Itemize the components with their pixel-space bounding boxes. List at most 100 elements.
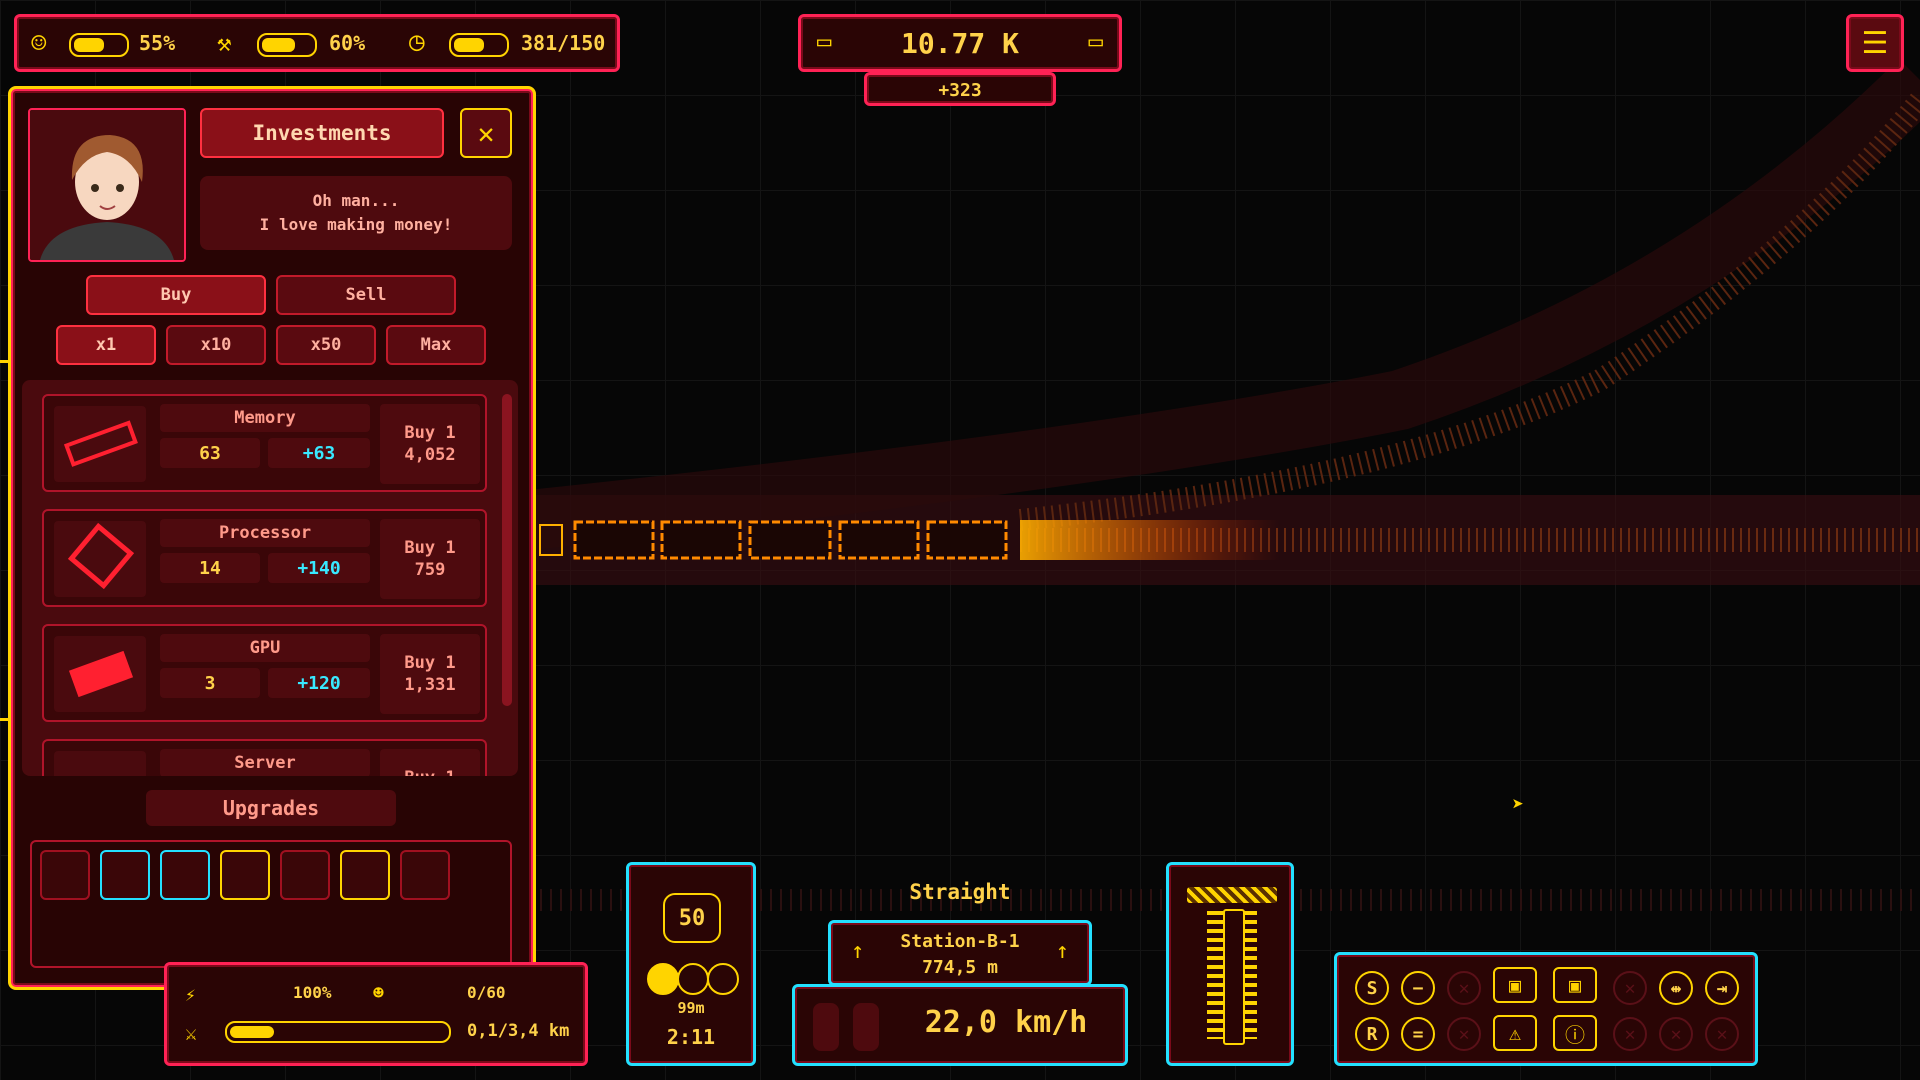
- buy-cost: 4,052: [404, 445, 456, 465]
- signal-distance: 99m: [677, 999, 705, 1017]
- passenger-icon: ☻: [373, 983, 384, 1004]
- route-icon: ⚔: [185, 1021, 198, 1045]
- signal-light-on: [647, 963, 679, 995]
- investment-income: +63: [268, 438, 370, 468]
- speed-gauge: [813, 1003, 839, 1051]
- multiplier-x50[interactable]: x50: [276, 325, 376, 365]
- reverse-button[interactable]: R: [1355, 1017, 1389, 1051]
- coupler-icon: ⇹: [1670, 977, 1682, 999]
- train: [539, 520, 1008, 560]
- warning-icon: ⚠: [1508, 1021, 1522, 1045]
- upgrade-gpu[interactable]: [40, 850, 90, 900]
- buy-label: Buy 1: [404, 538, 456, 558]
- buy-button[interactable]: Buy 1: [380, 749, 480, 776]
- multiplier-label: x1: [95, 335, 117, 355]
- station-distance: 774,5 m: [922, 957, 998, 978]
- investment-server[interactable]: Server Buy 1: [42, 739, 487, 776]
- throttle-top: [1187, 887, 1277, 903]
- happiness-bar: [69, 33, 129, 57]
- signal-light-off: [707, 963, 739, 995]
- investment-name: Processor: [160, 519, 370, 547]
- signal-timer: 2:11: [666, 1025, 716, 1049]
- upgrade-memory[interactable]: [400, 850, 450, 900]
- station-name: Station-B-1: [900, 931, 1020, 952]
- car-icon: ▣: [1508, 973, 1522, 997]
- memory-icon: [54, 406, 146, 482]
- info-button[interactable]: ⓘ: [1553, 1015, 1597, 1051]
- car-layout-button[interactable]: ▣: [1493, 967, 1537, 1003]
- investment-gpu[interactable]: GPU 3 +120 Buy 1 1,331: [42, 624, 487, 722]
- exit-button[interactable]: ⇥: [1705, 971, 1739, 1005]
- investment-memory[interactable]: Memory 63 +63 Buy 1 4,052: [42, 394, 487, 492]
- investment-name: Server: [160, 749, 370, 776]
- income-value: +323: [938, 80, 982, 101]
- exit-icon: ⇥: [1716, 977, 1728, 999]
- buy-label: Buy 1: [404, 423, 456, 443]
- stop-button[interactable]: S: [1355, 971, 1389, 1005]
- buy-button[interactable]: Buy 1 759: [380, 519, 480, 599]
- buy-button[interactable]: Buy 1 1,331: [380, 634, 480, 714]
- investment-name: GPU: [160, 634, 370, 662]
- disabled-button: ✕: [1705, 1017, 1739, 1051]
- speed-limit-value: 50: [678, 905, 706, 931]
- throttle-handle[interactable]: [1223, 909, 1245, 1045]
- signal-lights: [647, 963, 741, 995]
- track-type-label: Straight: [909, 880, 1011, 904]
- buy-tab[interactable]: Buy: [86, 275, 266, 315]
- disabled-button: ✕: [1613, 1017, 1647, 1051]
- upgrade-processor[interactable]: [220, 850, 270, 900]
- status-bar: ☺ 55% ⚒ 60% ◷ 381/150: [14, 14, 620, 72]
- upgrades-label: Upgrades: [222, 796, 320, 820]
- power-value: 100%: [293, 983, 332, 1002]
- quote-line-2: I love making money!: [259, 215, 453, 234]
- time-bar: [449, 33, 509, 57]
- couple-button[interactable]: ⇹: [1659, 971, 1693, 1005]
- scrollbar[interactable]: [502, 394, 512, 706]
- avatar: [30, 110, 184, 260]
- investment-count: 63: [160, 438, 260, 468]
- hammer-icon: ⚒: [217, 29, 232, 57]
- cash-icon: ▭: [1088, 27, 1103, 55]
- character-portrait: [28, 108, 186, 262]
- quote-line-1: Oh man...: [312, 191, 400, 210]
- multiplier-label: x10: [200, 335, 232, 355]
- close-button[interactable]: ✕: [460, 108, 512, 158]
- investment-count: 3: [160, 668, 260, 698]
- upgrade-memory[interactable]: [160, 850, 210, 900]
- info-icon: ⓘ: [1565, 1022, 1585, 1047]
- processor-icon: [54, 521, 146, 597]
- buy-cost: 759: [414, 560, 446, 580]
- disabled-button: ✕: [1447, 1017, 1481, 1051]
- panel-title-text: Investments: [252, 121, 392, 145]
- list-icon: ☰: [1861, 25, 1889, 61]
- close-icon: ✕: [477, 116, 495, 150]
- smile-icon: ☺: [31, 29, 47, 59]
- sell-tab[interactable]: Sell: [276, 275, 456, 315]
- car-icon: ▣: [1568, 973, 1582, 997]
- buy-label: Buy 1: [404, 653, 456, 673]
- upgrade-memory[interactable]: [340, 850, 390, 900]
- warning-button[interactable]: ⚠: [1493, 1015, 1537, 1051]
- upgrades-heading: Upgrades: [146, 790, 396, 826]
- next-station-panel: ↑ Station-B-1 774,5 m ↑: [828, 920, 1092, 986]
- speed-gauge: [853, 1003, 879, 1051]
- car-layout-button[interactable]: ▣: [1553, 967, 1597, 1003]
- multiplier-max[interactable]: Max: [386, 325, 486, 365]
- stop-label: S: [1366, 977, 1378, 999]
- investment-income: +120: [268, 668, 370, 698]
- happiness-value: 55%: [139, 31, 176, 55]
- multiplier-x1[interactable]: x1: [56, 325, 156, 365]
- buy-button[interactable]: Buy 1 4,052: [380, 404, 480, 484]
- gpu-icon: [54, 636, 146, 712]
- minus-button[interactable]: −: [1401, 971, 1435, 1005]
- upgrade-memory[interactable]: [100, 850, 150, 900]
- character-quote: Oh man... I love making money!: [200, 176, 512, 250]
- multiplier-label: Max: [420, 335, 452, 355]
- upgrade-processor[interactable]: [280, 850, 330, 900]
- equal-button[interactable]: =: [1401, 1017, 1435, 1051]
- menu-button[interactable]: ☰: [1846, 14, 1904, 72]
- throttle-panel: [1166, 862, 1294, 1066]
- multiplier-x10[interactable]: x10: [166, 325, 266, 365]
- investment-processor[interactable]: Processor 14 +140 Buy 1 759: [42, 509, 487, 607]
- reverse-label: R: [1366, 1023, 1378, 1045]
